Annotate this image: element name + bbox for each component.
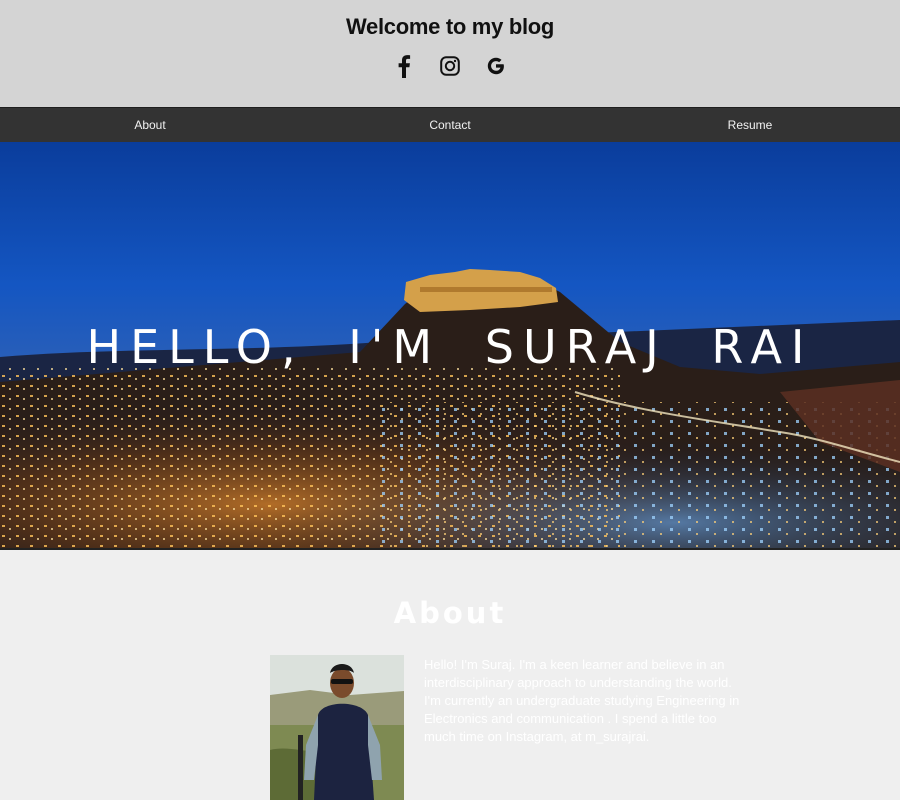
about-heading: About <box>393 596 507 630</box>
nav-resume[interactable]: Resume <box>600 108 900 142</box>
facebook-link[interactable] <box>392 54 416 78</box>
instagram-icon <box>440 56 460 76</box>
google-link[interactable] <box>484 54 508 78</box>
site-header: Welcome to my blog <box>0 0 900 107</box>
instagram-link[interactable] <box>438 54 462 78</box>
nav-about[interactable]: About <box>0 108 300 142</box>
nav-contact[interactable]: Contact <box>300 108 600 142</box>
social-links <box>0 54 900 78</box>
about-text: Hello! I'm Suraj. I'm a keen learner and… <box>424 657 740 744</box>
hero-title: HELLO, I'M SURAJ RAI <box>86 320 814 374</box>
hero-banner: HELLO, I'M SURAJ RAI <box>0 142 900 550</box>
profile-photo <box>270 655 404 800</box>
google-icon <box>486 56 506 76</box>
site-title: Welcome to my blog <box>345 14 555 39</box>
main-nav: About Contact Resume <box>0 107 900 142</box>
facebook-icon <box>397 54 411 78</box>
